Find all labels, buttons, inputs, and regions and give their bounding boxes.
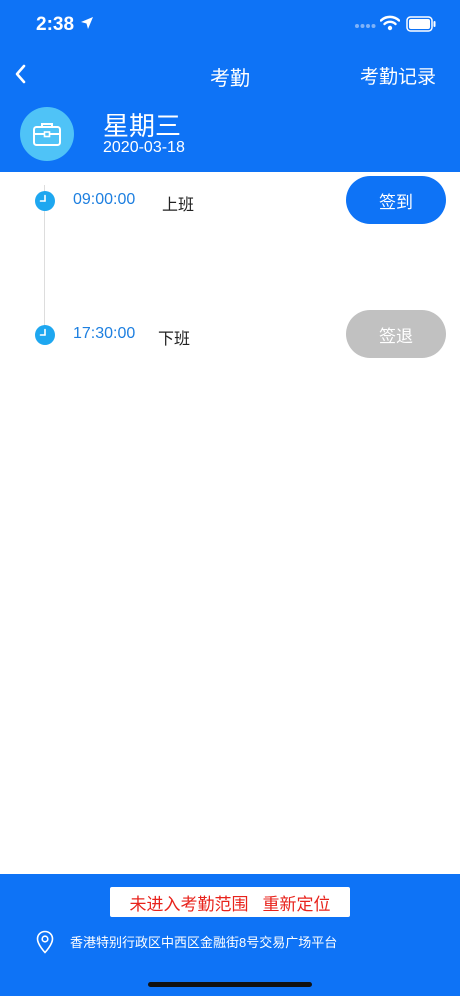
nav-bar: 考勤 考勤记录 bbox=[0, 52, 460, 96]
clock-icon bbox=[35, 191, 55, 211]
location-footer: 未进入考勤范围 重新定位 香港特别行政区中西区金融街8号交易广场平台 bbox=[0, 874, 460, 996]
current-address: 香港特别行政区中西区金融街8号交易广场平台 bbox=[70, 935, 338, 950]
clock-icon bbox=[35, 325, 55, 345]
shift-end-label: 下班 bbox=[158, 331, 191, 348]
relocate-link[interactable]: 重新定位 bbox=[263, 895, 331, 914]
status-bar: 2:38 bbox=[0, 0, 460, 50]
shift-start-label: 上班 bbox=[162, 197, 195, 214]
check-in-button[interactable]: 签到 bbox=[346, 176, 446, 224]
attendance-records-link[interactable]: 考勤记录 bbox=[360, 62, 436, 89]
briefcase-icon bbox=[33, 123, 61, 146]
location-pin-icon bbox=[36, 930, 54, 954]
location-warning-box[interactable]: 未进入考勤范围 重新定位 bbox=[110, 887, 350, 917]
shift-start-time: 09:00:00 bbox=[73, 191, 136, 208]
shift-end-time: 17:30:00 bbox=[73, 325, 136, 342]
status-time: 2:38 bbox=[36, 14, 75, 35]
cellular-signal-icon bbox=[355, 24, 376, 28]
date-label: 2020-03-18 bbox=[103, 139, 185, 156]
wifi-icon bbox=[380, 15, 400, 31]
location-arrow-icon bbox=[81, 17, 93, 29]
check-out-button[interactable]: 签退 bbox=[346, 310, 446, 358]
briefcase-avatar bbox=[20, 107, 74, 161]
home-indicator[interactable] bbox=[148, 982, 312, 987]
battery-icon bbox=[406, 16, 436, 32]
weekday-label: 星期三 bbox=[103, 111, 182, 141]
out-of-range-warning: 未进入考勤范围 bbox=[129, 894, 249, 914]
header: 2:38 考勤 考勤记录 星期三 2020-03-18 bbox=[0, 0, 460, 172]
